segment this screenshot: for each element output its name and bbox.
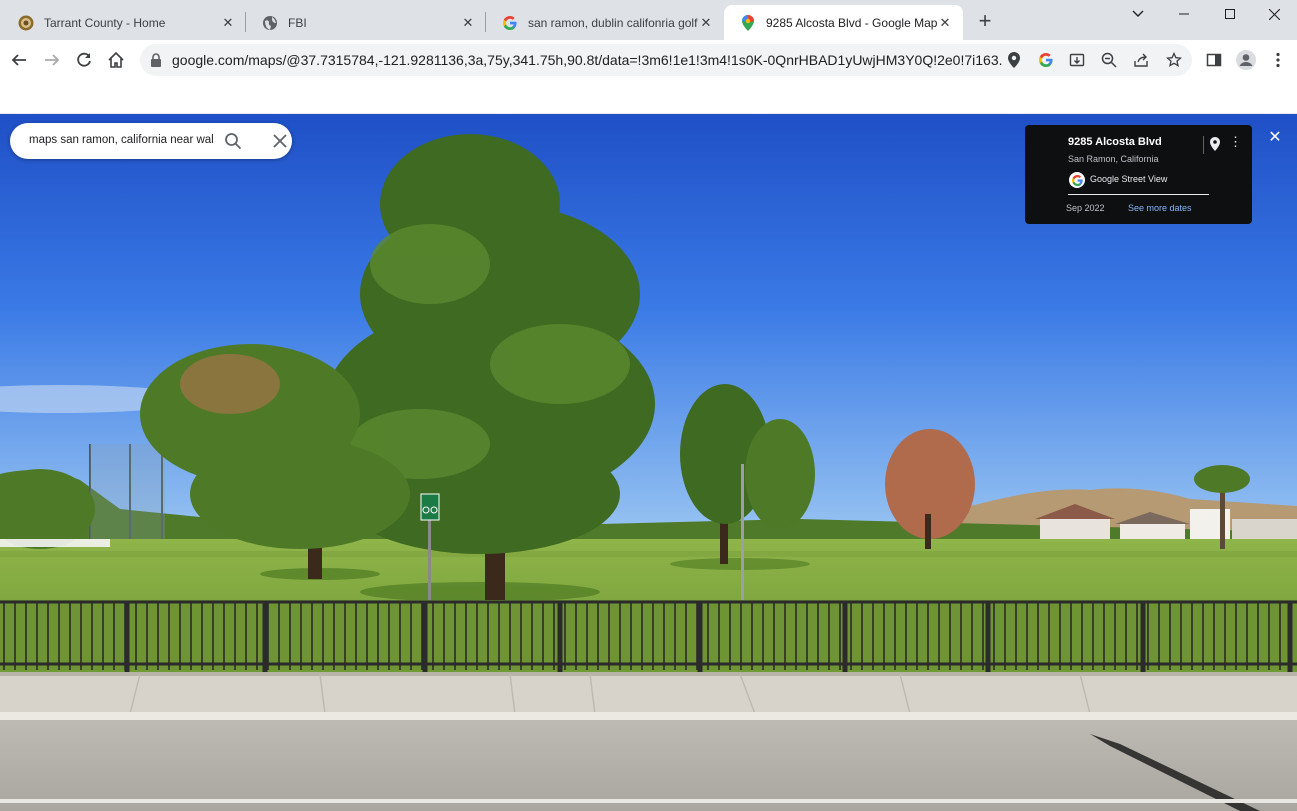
tab-title: Tarrant County - Home bbox=[44, 15, 166, 30]
maximize-button[interactable] bbox=[1207, 0, 1253, 28]
search-icon[interactable] bbox=[224, 132, 242, 150]
tab-google-maps[interactable]: 9285 Alcosta Blvd - Google Maps ✕ bbox=[724, 5, 963, 40]
zoom-icon[interactable] bbox=[1097, 48, 1121, 72]
forward-arrow-icon bbox=[45, 54, 60, 66]
capture-date: Sep 2022 bbox=[1066, 203, 1105, 213]
side-panel-icon bbox=[1206, 53, 1222, 67]
home-button[interactable] bbox=[102, 46, 130, 74]
tab-search-chevron-icon[interactable] bbox=[1115, 0, 1161, 28]
forward-button[interactable] bbox=[38, 46, 66, 74]
globe-icon bbox=[262, 15, 278, 31]
close-tab-icon[interactable]: ✕ bbox=[460, 15, 476, 31]
page-top-strip bbox=[0, 80, 1297, 114]
place-address: 9285 Alcosta Blvd bbox=[1068, 136, 1162, 148]
street-view-info-card: 9285 Alcosta Blvd San Ramon, California … bbox=[1025, 125, 1252, 224]
browser-tab-strip: Tarrant County - Home ✕ FBI ✕ san ramon,… bbox=[0, 0, 1297, 40]
card-divider bbox=[1203, 136, 1204, 154]
reload-button[interactable] bbox=[70, 46, 98, 74]
browser-menu-button[interactable] bbox=[1264, 46, 1292, 74]
county-seal-icon bbox=[18, 15, 34, 31]
image-source-label: Google Street View bbox=[1090, 174, 1168, 184]
location-pin-icon[interactable] bbox=[1210, 137, 1220, 151]
google-g-icon bbox=[502, 15, 518, 31]
share-icon[interactable] bbox=[1129, 48, 1153, 72]
avatar-icon bbox=[1236, 50, 1256, 70]
tab-title: san ramon, dublin califonria golf bbox=[528, 15, 698, 30]
maps-search-input[interactable]: maps san ramon, california near walnut bbox=[29, 134, 213, 146]
tab-title: FBI bbox=[288, 15, 307, 30]
card-rule bbox=[1068, 194, 1209, 195]
google-g-icon bbox=[1069, 172, 1085, 188]
close-tab-icon[interactable]: ✕ bbox=[937, 15, 953, 31]
close-window-button[interactable] bbox=[1251, 0, 1297, 28]
minimize-button[interactable] bbox=[1161, 0, 1207, 28]
new-tab-button[interactable]: + bbox=[973, 10, 997, 34]
maps-pin-icon bbox=[740, 14, 756, 31]
url-text[interactable]: google.com/maps/@37.7315784,-121.9281136… bbox=[172, 52, 1002, 68]
vertical-dots-icon bbox=[1276, 52, 1280, 68]
bookmark-star-icon[interactable] bbox=[1162, 48, 1186, 72]
browser-toolbar: google.com/maps/@37.7315784,-121.9281136… bbox=[0, 40, 1297, 80]
location-pin-icon[interactable] bbox=[1002, 48, 1026, 72]
tab-tarrant-county[interactable]: Tarrant County - Home ✕ bbox=[2, 5, 246, 40]
maps-search-box[interactable]: maps san ramon, california near walnut bbox=[10, 123, 292, 159]
lock-icon bbox=[151, 53, 161, 67]
place-city: San Ramon, California bbox=[1068, 154, 1159, 164]
close-tab-icon[interactable]: ✕ bbox=[220, 15, 236, 31]
profile-button[interactable] bbox=[1232, 46, 1260, 74]
home-icon bbox=[108, 51, 124, 68]
side-panel-button[interactable] bbox=[1200, 46, 1228, 74]
close-street-view-icon[interactable]: ✕ bbox=[1266, 130, 1284, 148]
tab-title: 9285 Alcosta Blvd - Google Maps bbox=[766, 15, 937, 30]
see-more-dates-link[interactable]: See more dates bbox=[1128, 203, 1192, 213]
address-bar[interactable]: google.com/maps/@37.7315784,-121.9281136… bbox=[140, 44, 1192, 76]
tab-fbi[interactable]: FBI ✕ bbox=[246, 5, 486, 40]
tab-google-search[interactable]: san ramon, dublin califonria golf ✕ bbox=[486, 5, 724, 40]
back-arrow-icon bbox=[11, 54, 26, 66]
close-tab-icon[interactable]: ✕ bbox=[698, 15, 714, 31]
google-lens-icon[interactable] bbox=[1034, 48, 1058, 72]
back-button[interactable] bbox=[5, 46, 33, 74]
clear-search-icon[interactable] bbox=[272, 133, 288, 149]
more-options-icon[interactable]: ⋮ bbox=[1229, 135, 1242, 148]
install-app-icon[interactable] bbox=[1065, 48, 1089, 72]
reload-icon bbox=[77, 52, 91, 67]
